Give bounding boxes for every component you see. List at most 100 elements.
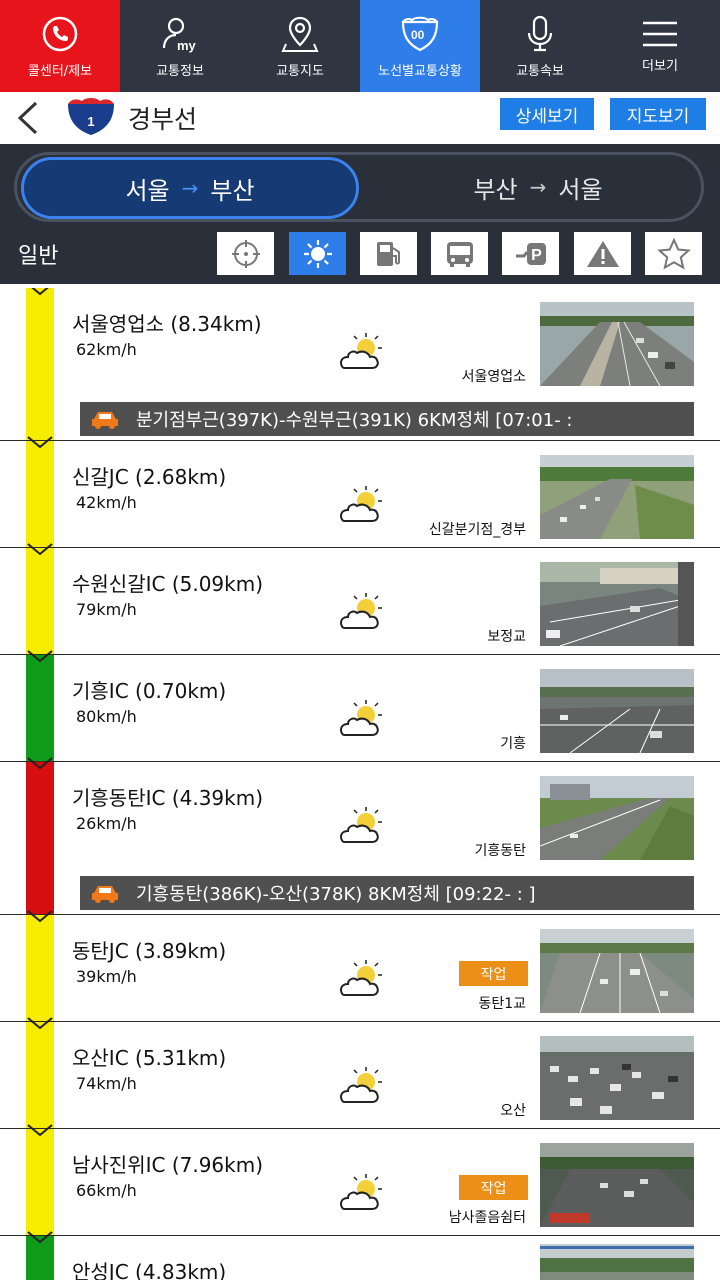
weather-partly-cloudy-icon xyxy=(339,1067,382,1103)
nav-callcenter[interactable]: 콜센터/제보 xyxy=(0,0,120,92)
chevron-down-icon xyxy=(27,910,53,923)
filter-general-label: 일반 xyxy=(18,244,59,269)
direction-origin: 부산 xyxy=(473,175,518,204)
section-row[interactable]: 서울영업소 (8.34km) 62km/h 서울영업소 분기점부근(397K)-… xyxy=(0,288,720,441)
cctv-thumbnail[interactable] xyxy=(540,1143,694,1227)
warning-icon xyxy=(586,240,619,267)
congestion-bar xyxy=(26,1022,54,1128)
filter-parking-button[interactable]: P xyxy=(502,232,559,275)
cctv-thumbnail[interactable] xyxy=(540,1244,694,1280)
gas-station-icon xyxy=(376,241,400,266)
nav-traffic-info[interactable]: my 교통정보 xyxy=(120,0,240,92)
filter-bus-button[interactable] xyxy=(431,232,488,275)
bus-icon xyxy=(446,241,473,267)
filter-weather-button[interactable] xyxy=(289,232,346,275)
detail-view-button[interactable]: 상세보기 xyxy=(500,98,594,130)
filter-accident-button[interactable] xyxy=(574,232,631,275)
incident-text: 기흥동탄(386K)-오산(378K) 8KM정체 [09:22- : ] xyxy=(136,884,536,905)
map-view-button[interactable]: 지도보기 xyxy=(610,98,706,130)
nav-traffic-news[interactable]: 교통속보 xyxy=(480,0,600,92)
congestion-bar xyxy=(26,762,54,914)
section-row[interactable]: 동탄JC (3.89km) 39km/h 작업 동탄1교 xyxy=(0,910,720,1022)
chevron-down-icon xyxy=(27,650,53,663)
weather-partly-cloudy-icon xyxy=(339,333,382,369)
route-control-panel: 서울 → 부산 부산 → 서울 일반 P xyxy=(0,144,720,284)
car-icon xyxy=(92,886,118,903)
nav-route-traffic[interactable]: 00 노선별교통상황 xyxy=(360,0,480,92)
section-row[interactable]: 수원신갈IC (5.09km) 79km/h 보정교 xyxy=(0,543,720,655)
route-number: 1 xyxy=(87,114,94,129)
route-shield-icon: 1 xyxy=(68,98,114,135)
direction-arrow-icon: → xyxy=(529,175,547,199)
weather-partly-cloudy-icon xyxy=(339,807,382,843)
section-name: 동탄JC (3.89km) xyxy=(72,939,227,963)
cctv-thumbnail[interactable] xyxy=(540,776,694,860)
cctv-thumbnail[interactable] xyxy=(540,455,694,539)
weather-partly-cloudy-icon xyxy=(339,700,382,736)
section-name: 기흥동탄IC (4.39km) xyxy=(72,786,264,810)
camera-label: 동탄1교 xyxy=(478,996,526,1012)
microphone-icon xyxy=(527,15,553,51)
nav-traffic-map-label: 교통지도 xyxy=(276,63,324,79)
section-speed: 26km/h xyxy=(76,814,137,833)
nav-callcenter-label: 콜센터/제보 xyxy=(27,63,93,79)
direction-seoul-busan[interactable]: 서울 → 부산 xyxy=(21,157,359,219)
section-name: 수원신갈IC (5.09km) xyxy=(72,572,264,596)
direction-busan-seoul[interactable]: 부산 → 서울 xyxy=(373,155,703,219)
nav-more-label: 더보기 xyxy=(642,58,678,74)
section-name: 남사진위IC (7.96km) xyxy=(72,1153,264,1177)
section-name: 안성JC (4.83km) xyxy=(72,1260,227,1280)
filter-location-button[interactable] xyxy=(217,232,274,275)
section-row[interactable]: 신갈JC (2.68km) 42km/h 신갈분기점_경부 xyxy=(0,436,720,548)
chevron-down-icon xyxy=(31,288,49,296)
nav-traffic-map[interactable]: 교통지도 xyxy=(240,0,360,92)
direction-origin: 서울 xyxy=(125,176,170,205)
phone-icon xyxy=(42,16,78,51)
congestion-bar xyxy=(26,548,54,654)
menu-icon xyxy=(643,21,677,46)
route-name: 경부선 xyxy=(128,105,198,134)
chevron-down-icon xyxy=(27,1017,53,1030)
filter-favorite-button[interactable] xyxy=(645,232,702,275)
chevron-down-icon xyxy=(27,1231,53,1244)
congestion-bar xyxy=(26,655,54,761)
section-row[interactable]: 안성JC (4.83km) xyxy=(0,1231,720,1280)
congestion-bar xyxy=(26,288,54,440)
section-name: 오산IC (5.31km) xyxy=(72,1046,227,1070)
weather-partly-cloudy-icon xyxy=(339,593,382,629)
cctv-thumbnail[interactable] xyxy=(540,929,694,1013)
svg-text:00: 00 xyxy=(411,28,425,42)
filter-gas-button[interactable] xyxy=(360,232,417,275)
nav-more[interactable]: 더보기 xyxy=(600,0,720,92)
section-list[interactable]: 서울영업소 (8.34km) 62km/h 서울영업소 분기점부근(397K)-… xyxy=(0,288,720,1280)
camera-label: 기흥동탄 xyxy=(474,843,526,859)
nav-traffic-news-label: 교통속보 xyxy=(516,63,564,79)
cctv-thumbnail[interactable] xyxy=(540,1036,694,1120)
work-badge[interactable]: 작업 xyxy=(459,1175,528,1200)
back-arrow-icon[interactable] xyxy=(14,100,44,136)
title-bar: 1 경부선 상세보기 지도보기 xyxy=(0,92,720,144)
camera-label: 오산 xyxy=(500,1103,526,1119)
chevron-down-icon xyxy=(27,757,53,770)
parking-icon: P xyxy=(515,242,546,265)
section-row[interactable]: 기흥IC (0.70km) 80km/h 기흥 xyxy=(0,650,720,762)
map-pin-icon xyxy=(281,16,319,52)
weather-partly-cloudy-icon xyxy=(339,1174,382,1210)
cctv-thumbnail[interactable] xyxy=(540,562,694,646)
incident-banner[interactable]: 기흥동탄(386K)-오산(378K) 8KM정체 [09:22- : ] xyxy=(80,876,694,910)
section-speed: 66km/h xyxy=(76,1181,137,1200)
camera-label: 신갈분기점_경부 xyxy=(428,522,526,538)
section-row[interactable]: 오산IC (5.31km) 74km/h 오산 xyxy=(0,1017,720,1129)
cctv-thumbnail[interactable] xyxy=(540,669,694,753)
section-name: 서울영업소 (8.34km) xyxy=(72,312,262,336)
incident-banner[interactable]: 분기점부근(397K)-수원부근(391K) 6KM정체 [07:01- : xyxy=(80,402,694,436)
weather-partly-cloudy-icon xyxy=(339,486,382,522)
svg-text:P: P xyxy=(531,247,542,264)
section-row[interactable]: 기흥동탄IC (4.39km) 26km/h 기흥동탄 기흥동탄(386K)-오… xyxy=(0,757,720,915)
cctv-thumbnail[interactable] xyxy=(540,302,694,386)
section-row[interactable]: 남사진위IC (7.96km) 66km/h 작업 남사졸음쉼터 xyxy=(0,1124,720,1236)
work-badge[interactable]: 작업 xyxy=(459,961,528,986)
camera-label: 서울영업소 xyxy=(461,369,526,385)
congestion-bar xyxy=(26,441,54,547)
chevron-down-icon xyxy=(27,436,53,449)
